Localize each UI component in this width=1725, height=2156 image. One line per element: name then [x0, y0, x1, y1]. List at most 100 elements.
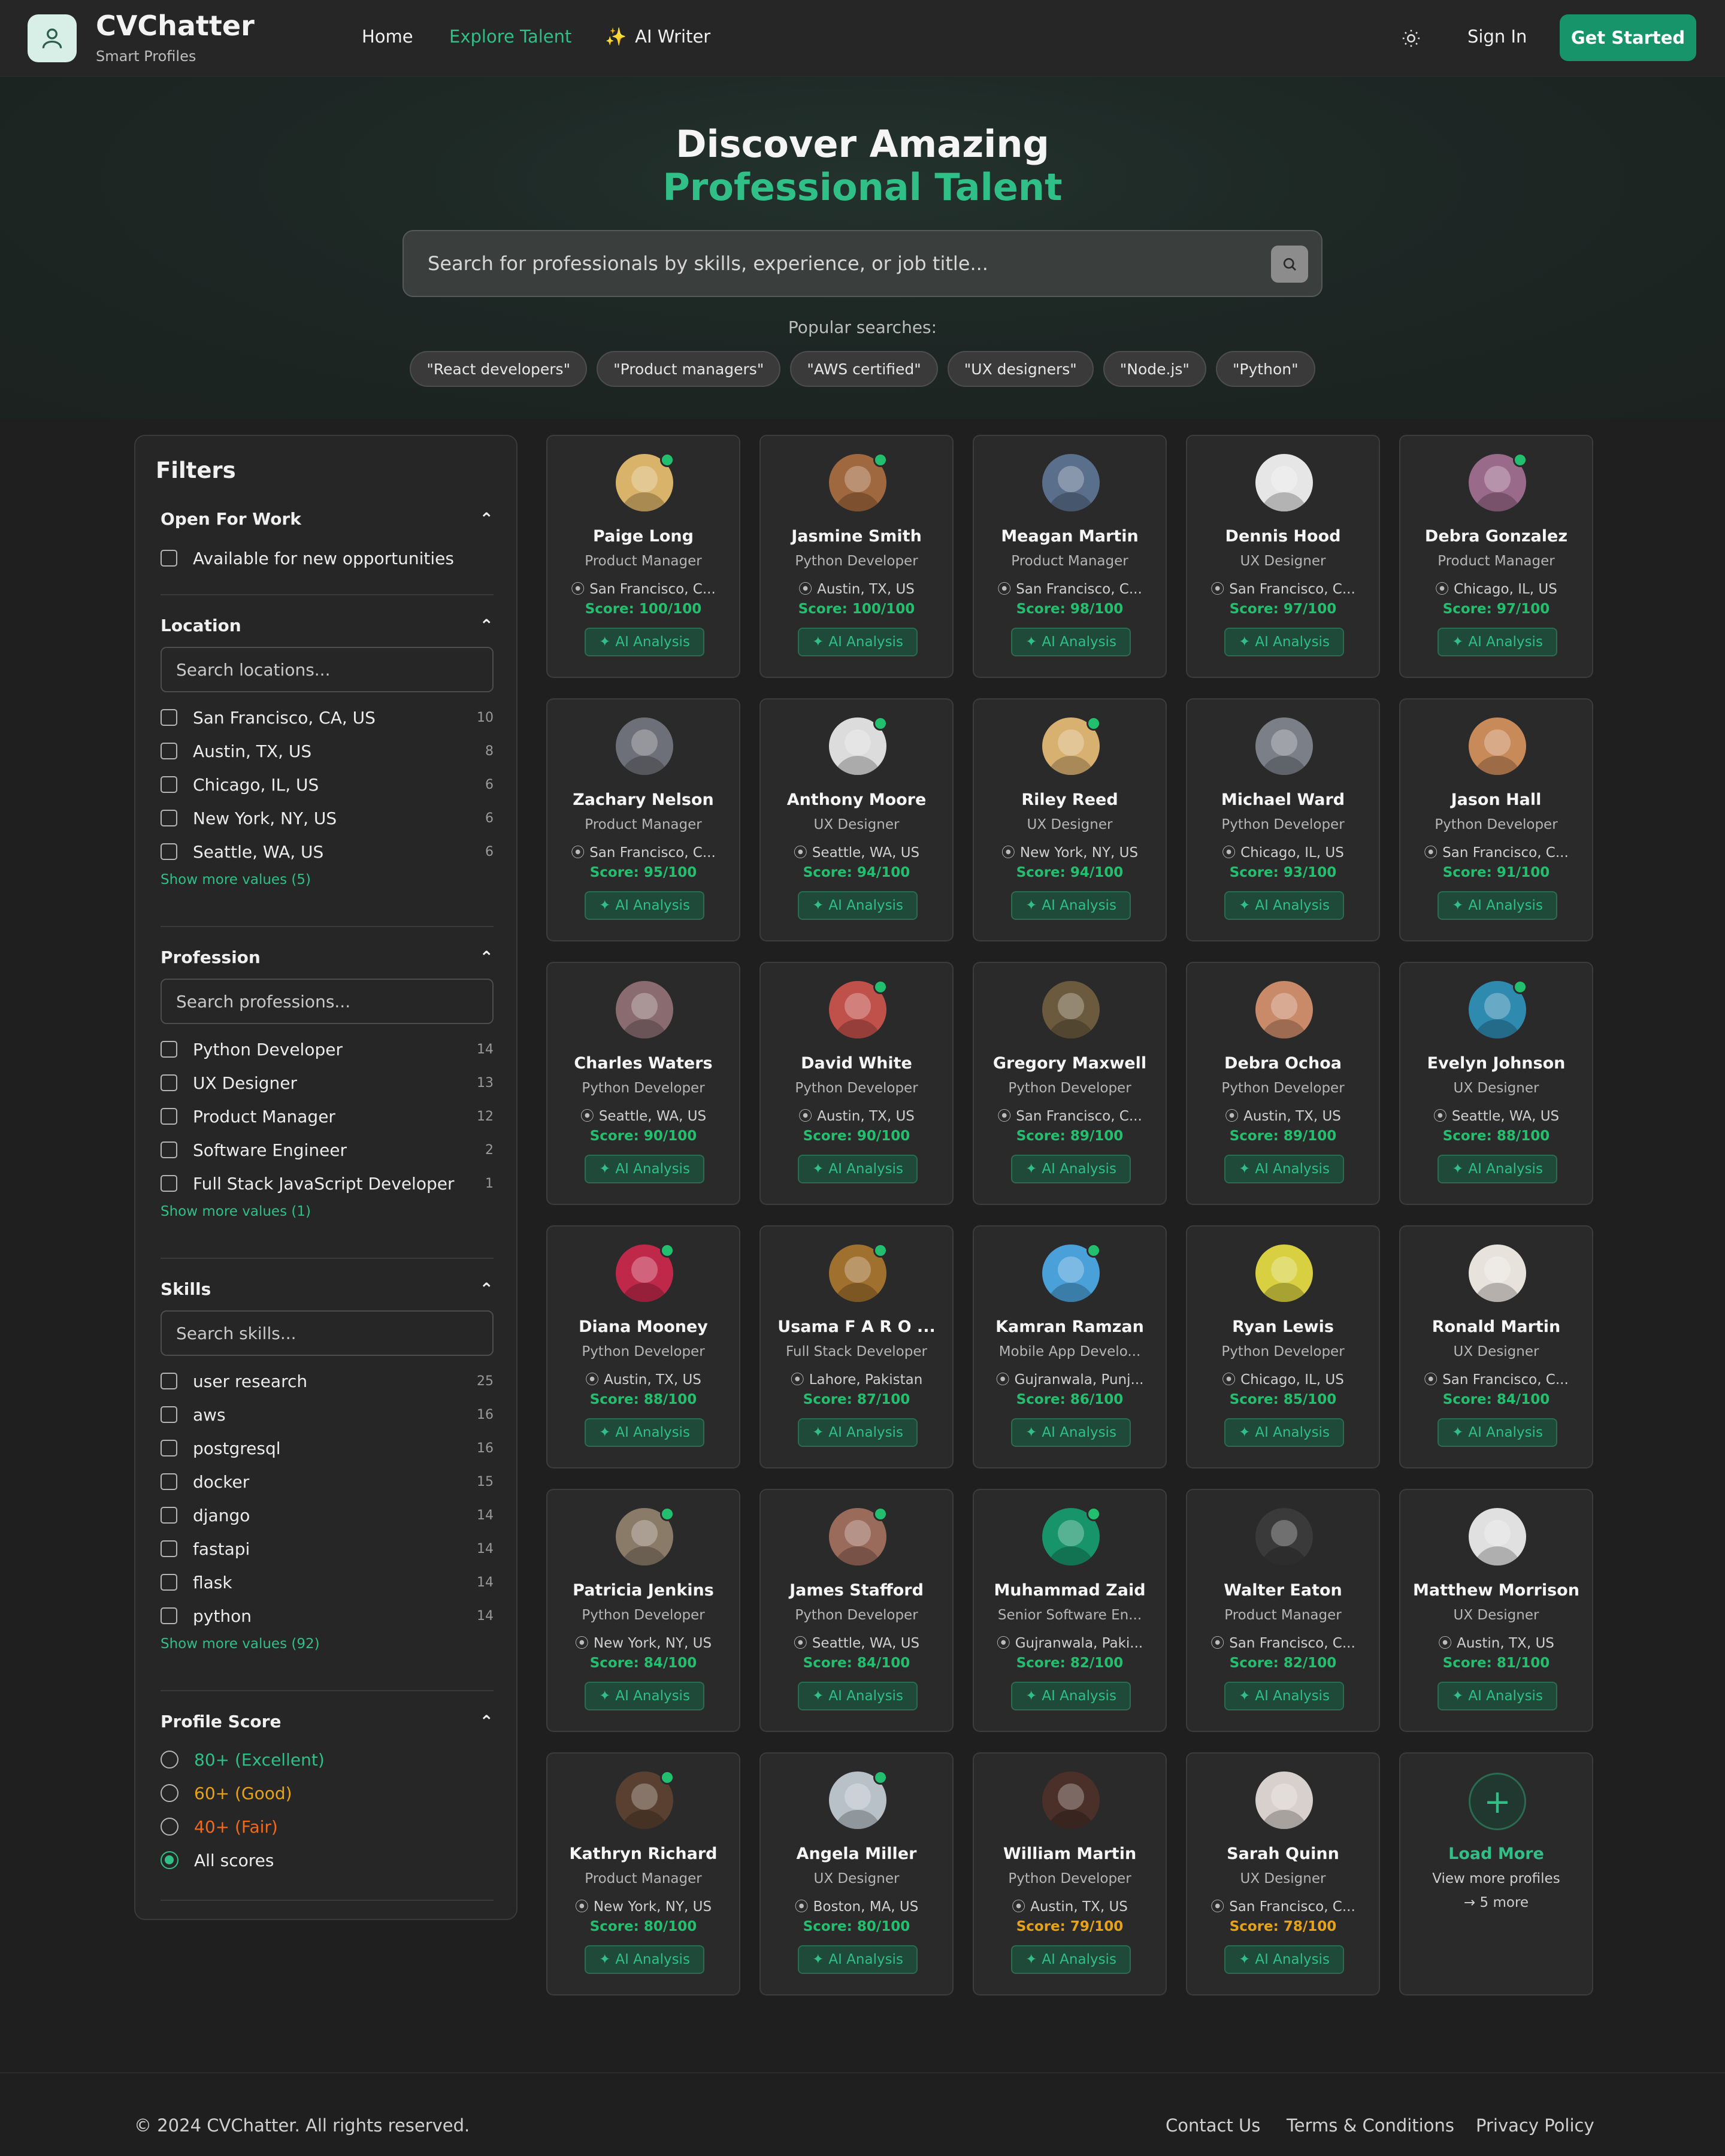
checkbox[interactable]: [161, 743, 177, 759]
chevron-up-icon[interactable]: ⌃: [480, 616, 494, 635]
profile-card[interactable]: James Stafford Python Developer ⦿ Seattle, …: [759, 1489, 954, 1732]
brand-name[interactable]: CVChatter: [96, 10, 255, 42]
checkbox[interactable]: [161, 1507, 177, 1524]
popular-chip[interactable]: "React developers": [410, 351, 588, 387]
radio-button[interactable]: [161, 1851, 178, 1869]
ai-analysis-button[interactable]: ✦ AI Analysis: [1224, 1945, 1344, 1974]
checkbox[interactable]: [161, 1406, 177, 1423]
checkbox[interactable]: [161, 1108, 177, 1125]
checkbox[interactable]: [161, 1473, 177, 1490]
popular-chip[interactable]: "Node.js": [1103, 351, 1206, 387]
location-search-input[interactable]: [161, 647, 494, 692]
filter-open-for-work-header[interactable]: Open For Work ⌃: [161, 507, 494, 531]
profile-card[interactable]: Jasmine Smith Python Developer ⦿ Austin, TX…: [759, 435, 954, 678]
profile-card[interactable]: David White Python Developer ⦿ Austin, TX, …: [759, 962, 954, 1205]
profile-card[interactable]: Patricia Jenkins Python Developer ⦿ New Yor…: [546, 1489, 740, 1732]
filter-option[interactable]: San Francisco, CA, US 10: [161, 701, 494, 734]
profile-card[interactable]: Dennis Hood UX Designer ⦿ San Francisco, C.…: [1186, 435, 1380, 678]
filter-option[interactable]: docker 15: [161, 1465, 494, 1498]
checkbox[interactable]: [161, 1574, 177, 1591]
profile-card[interactable]: Sarah Quinn UX Designer ⦿ San Francisco, C.…: [1186, 1752, 1380, 1995]
score-option[interactable]: All scores: [161, 1843, 494, 1877]
filter-option[interactable]: flask 14: [161, 1565, 494, 1599]
filter-option[interactable]: Chicago, IL, US 6: [161, 768, 494, 801]
ai-analysis-button[interactable]: ✦ AI Analysis: [1011, 1155, 1131, 1183]
score-option[interactable]: 60+ (Good): [161, 1776, 494, 1810]
filter-option[interactable]: Python Developer 14: [161, 1032, 494, 1066]
plus-icon[interactable]: +: [1469, 1773, 1526, 1830]
profile-card[interactable]: Kathryn Richard Product Manager ⦿ New York,…: [546, 1752, 740, 1995]
show-more-link[interactable]: Show more values (1): [161, 1204, 494, 1219]
profession-search-input[interactable]: [161, 979, 494, 1024]
nav-home[interactable]: Home: [362, 26, 413, 47]
profile-card[interactable]: Debra Ochoa Python Developer ⦿ Austin, TX, …: [1186, 962, 1380, 1205]
profile-card[interactable]: Kamran Ramzan Mobile App Develo... ⦿ Gujran…: [973, 1225, 1167, 1468]
filter-option[interactable]: django 14: [161, 1498, 494, 1532]
ai-analysis-button[interactable]: ✦ AI Analysis: [798, 1945, 918, 1974]
profile-card[interactable]: Charles Waters Python Developer ⦿ Seattle, …: [546, 962, 740, 1205]
logo-user-icon[interactable]: [28, 14, 77, 62]
profile-card[interactable]: Meagan Martin Product Manager ⦿ San Francis…: [973, 435, 1167, 678]
filter-profession-header[interactable]: Profession ⌃: [161, 945, 494, 969]
ai-analysis-button[interactable]: ✦ AI Analysis: [1438, 1155, 1557, 1183]
checkbox[interactable]: [161, 1141, 177, 1158]
ai-analysis-button[interactable]: ✦ AI Analysis: [585, 1418, 704, 1447]
chevron-up-icon[interactable]: ⌃: [480, 509, 494, 529]
checkbox[interactable]: [161, 776, 177, 793]
profile-card[interactable]: Evelyn Johnson UX Designer ⦿ Seattle, WA, U…: [1399, 962, 1593, 1205]
radio-button[interactable]: [161, 1751, 178, 1769]
profile-card[interactable]: Walter Eaton Product Manager ⦿ San Francisc…: [1186, 1489, 1380, 1732]
get-started-button[interactable]: Get Started: [1560, 14, 1696, 61]
ai-analysis-button[interactable]: ✦ AI Analysis: [1011, 1418, 1131, 1447]
checkbox[interactable]: [161, 1440, 177, 1456]
ai-analysis-button[interactable]: ✦ AI Analysis: [585, 1945, 704, 1974]
filter-skills-header[interactable]: Skills ⌃: [161, 1277, 494, 1301]
ai-analysis-button[interactable]: ✦ AI Analysis: [1438, 628, 1557, 656]
checkbox[interactable]: [161, 1373, 177, 1389]
score-option[interactable]: 80+ (Excellent): [161, 1743, 494, 1776]
filter-option[interactable]: fastapi 14: [161, 1532, 494, 1565]
ai-analysis-button[interactable]: ✦ AI Analysis: [585, 628, 704, 656]
checkbox[interactable]: [161, 1074, 177, 1091]
score-option[interactable]: 40+ (Fair): [161, 1810, 494, 1843]
checkbox[interactable]: [161, 1607, 177, 1624]
ai-analysis-button[interactable]: ✦ AI Analysis: [1011, 1682, 1131, 1710]
show-more-link[interactable]: Show more values (92): [161, 1636, 494, 1652]
nav-explore-talent[interactable]: Explore Talent: [449, 26, 571, 47]
ai-analysis-button[interactable]: ✦ AI Analysis: [1438, 1418, 1557, 1447]
profile-card[interactable]: Ryan Lewis Python Developer ⦿ Chicago, IL, …: [1186, 1225, 1380, 1468]
filter-location-header[interactable]: Location ⌃: [161, 613, 494, 637]
popular-chip[interactable]: "AWS certified": [790, 351, 938, 387]
profile-card[interactable]: William Martin Python Developer ⦿ Austin, T…: [973, 1752, 1167, 1995]
ai-analysis-button[interactable]: ✦ AI Analysis: [585, 1682, 704, 1710]
ai-analysis-button[interactable]: ✦ AI Analysis: [798, 1155, 918, 1183]
filter-option[interactable]: Software Engineer 2: [161, 1133, 494, 1167]
skills-search-input[interactable]: [161, 1310, 494, 1356]
profile-card[interactable]: Matthew Morrison UX Designer ⦿ Austin, TX, …: [1399, 1489, 1593, 1732]
checkbox[interactable]: [161, 1175, 177, 1192]
ai-analysis-button[interactable]: ✦ AI Analysis: [1438, 1682, 1557, 1710]
profile-card[interactable]: Debra Gonzalez Product Manager ⦿ Chicago, I…: [1399, 435, 1593, 678]
nav-ai-writer[interactable]: ✨ AI Writer: [605, 26, 710, 47]
profile-card[interactable]: Usama F A R O ... Full Stack Developer ⦿ La…: [759, 1225, 954, 1468]
popular-chip[interactable]: "Product managers": [597, 351, 781, 387]
ai-analysis-button[interactable]: ✦ AI Analysis: [585, 1155, 704, 1183]
chevron-up-icon[interactable]: ⌃: [480, 1279, 494, 1299]
ai-analysis-button[interactable]: ✦ AI Analysis: [1224, 891, 1344, 920]
ai-analysis-button[interactable]: ✦ AI Analysis: [1224, 628, 1344, 656]
ai-analysis-button[interactable]: ✦ AI Analysis: [1011, 1945, 1131, 1974]
filter-option[interactable]: Product Manager 12: [161, 1100, 494, 1133]
filter-option[interactable]: New York, NY, US 6: [161, 801, 494, 835]
profile-card[interactable]: Muhammad Zaid Senior Software En... ⦿ Gujra…: [973, 1489, 1167, 1732]
talent-search-input[interactable]: [428, 231, 1254, 296]
terms-link[interactable]: Terms & Conditions: [1287, 2115, 1454, 2136]
popular-chip[interactable]: "Python": [1215, 351, 1315, 387]
filter-option[interactable]: UX Designer 13: [161, 1066, 494, 1100]
profile-card[interactable]: Zachary Nelson Product Manager ⦿ San Franci…: [546, 698, 740, 941]
checkbox[interactable]: [161, 1540, 177, 1557]
profile-card[interactable]: Jason Hall Python Developer ⦿ San Francisco…: [1399, 698, 1593, 941]
checkbox[interactable]: [161, 843, 177, 860]
ai-analysis-button[interactable]: ✦ AI Analysis: [1224, 1682, 1344, 1710]
profile-card[interactable]: Gregory Maxwell Python Developer ⦿ San Fran…: [973, 962, 1167, 1205]
chevron-up-icon[interactable]: ⌃: [480, 947, 494, 967]
